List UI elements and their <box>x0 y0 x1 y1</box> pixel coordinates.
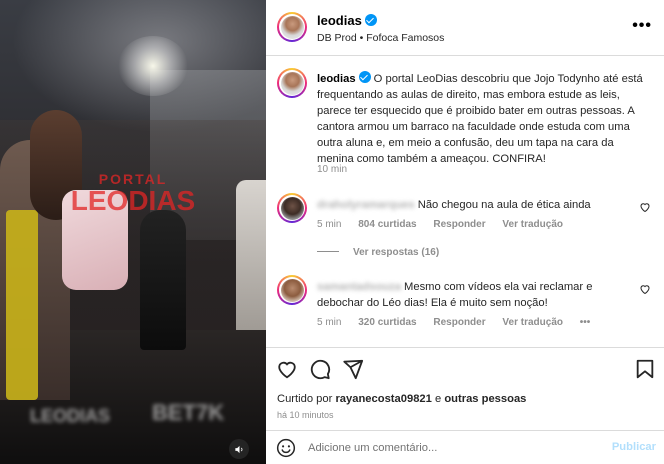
liked-by-others[interactable]: outras pessoas <box>444 393 526 405</box>
comment-body: samantadsouza Mesmo com vídeos ela vai r… <box>317 279 637 311</box>
comment-likes[interactable]: 804 curtidas <box>358 219 416 230</box>
watermark-line1: PORTAL <box>98 171 168 187</box>
comments-scroll-area[interactable]: leodias O portal LeoDias descobriu que J… <box>266 57 664 347</box>
author-username[interactable]: leodias <box>317 13 377 28</box>
liked-by-user[interactable]: rayanecosta09821 <box>335 393 431 405</box>
replies-divider <box>317 251 339 252</box>
more-options-icon[interactable]: ••• <box>632 18 652 34</box>
reply-button[interactable]: Responder <box>433 317 485 328</box>
watermark-line2: LEODIAS <box>70 185 196 216</box>
heart-icon[interactable] <box>639 201 651 213</box>
translate-button[interactable]: Ver tradução <box>502 317 563 328</box>
comment-icon[interactable] <box>309 358 331 380</box>
caption-timestamp: 10 min <box>317 164 348 175</box>
video-light-source <box>118 36 188 96</box>
share-icon[interactable] <box>342 358 364 380</box>
comment-time: 5 min <box>317 317 342 328</box>
video-yellow-object <box>6 210 38 400</box>
comment-input[interactable] <box>308 439 598 457</box>
comment-text: Não chegou na aula de ética ainda <box>417 199 591 211</box>
comment-likes[interactable]: 320 curtidas <box>358 317 416 328</box>
video-logo-left: LEODIAS <box>30 406 111 426</box>
bookmark-icon[interactable] <box>634 358 656 380</box>
comment-meta: 5 min 320 curtidas Responder Ver traduçã… <box>317 317 604 328</box>
caption-body: O portal LeoDias descobriu que Jojo Tody… <box>317 73 643 165</box>
video-person-right <box>236 180 266 330</box>
comment-meta: 5 min 804 curtidas Responder Ver traduçã… <box>317 219 577 230</box>
video-person-middle <box>140 210 186 350</box>
heart-icon[interactable] <box>276 358 298 380</box>
liked-by-text: Curtido por rayanecosta09821 e outras pe… <box>277 393 527 405</box>
verified-badge-icon <box>358 71 371 83</box>
comment-time: 5 min <box>317 219 342 230</box>
translate-button[interactable]: Ver tradução <box>502 219 563 230</box>
comment-more-options-icon[interactable]: ••• <box>580 317 591 328</box>
comment-avatar[interactable] <box>277 193 307 223</box>
emoji-icon[interactable] <box>276 438 296 458</box>
comment-username[interactable]: samantadsouza <box>317 281 401 293</box>
publish-button[interactable]: Publicar <box>612 441 656 453</box>
comment-username[interactable]: draholyramarques <box>317 199 415 211</box>
caption-author-avatar[interactable] <box>277 68 307 98</box>
post-timestamp[interactable]: há 10 minutos <box>277 410 334 420</box>
post-details-pane: leodias DB Prod • Fofoca Famosos ••• leo… <box>266 0 664 464</box>
mute-icon <box>234 445 242 453</box>
comment-body: draholyramarques Não chegou na aula de é… <box>317 197 637 213</box>
author-avatar[interactable] <box>277 12 307 42</box>
post-video[interactable]: PORTAL LEODIAS LEODIAS BET7K <box>0 0 266 464</box>
reply-button[interactable]: Responder <box>433 219 485 230</box>
caption-text: leodias O portal LeoDias descobriu que J… <box>317 71 653 167</box>
verified-badge-icon <box>364 14 377 26</box>
caption-username[interactable]: leodias <box>317 71 371 85</box>
add-comment-bar: Publicar <box>266 430 664 464</box>
video-logo-right: BET7K <box>152 400 225 425</box>
view-replies-button[interactable]: Ver respostas (16) <box>317 247 439 258</box>
post-location[interactable]: DB Prod • Fofoca Famosos <box>317 32 444 44</box>
comment-avatar[interactable] <box>277 275 307 305</box>
heart-icon[interactable] <box>639 283 651 295</box>
video-watermark: PORTAL LEODIAS <box>58 172 208 215</box>
post-header: leodias DB Prod • Fofoca Famosos ••• <box>266 0 664 56</box>
mute-button[interactable] <box>229 439 249 459</box>
